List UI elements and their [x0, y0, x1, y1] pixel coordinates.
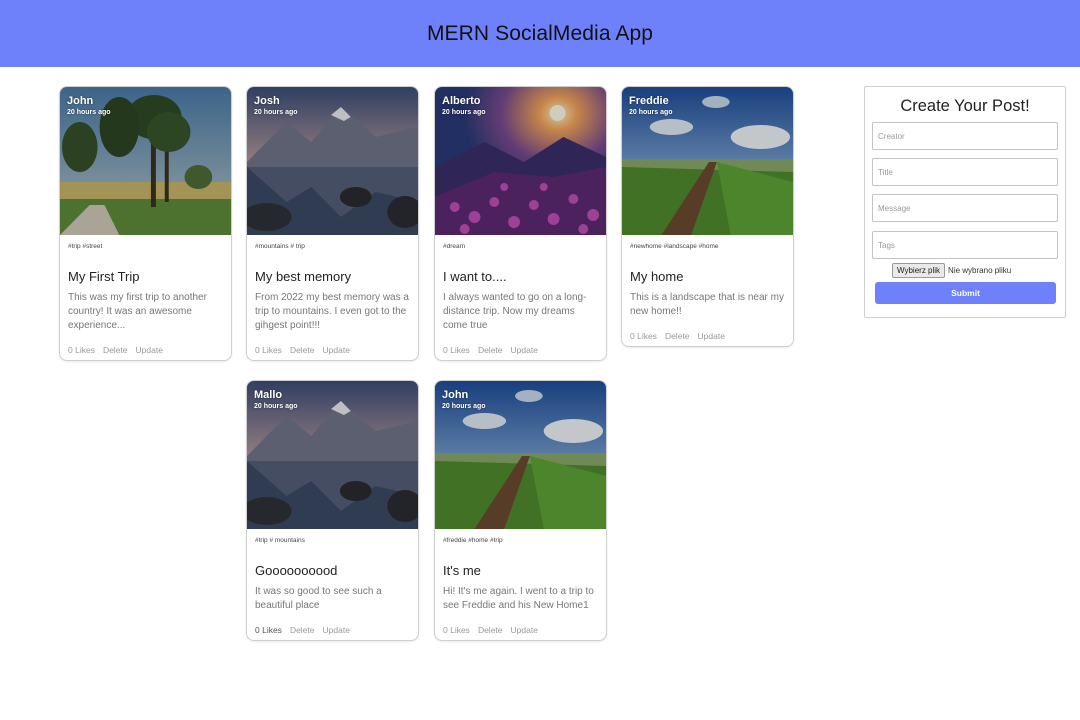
post-creator: Josh: [254, 95, 280, 107]
post-image: John 20 hours ago: [435, 381, 606, 529]
update-button[interactable]: Update: [507, 343, 542, 357]
post-image: Alberto 20 hours ago: [435, 87, 606, 235]
tags-input[interactable]: [873, 232, 1057, 258]
tags-field: [872, 231, 1058, 259]
app-bar: MERN SocialMedia App: [0, 0, 1080, 67]
title-input[interactable]: [873, 159, 1057, 185]
post-image: Mallo 20 hours ago: [247, 381, 418, 529]
post-card: Mallo 20 hours ago #trip # mountains Goo…: [246, 380, 419, 641]
post-time: 20 hours ago: [442, 403, 486, 410]
form-title: Create Your Post!: [900, 97, 1030, 115]
update-button[interactable]: Update: [694, 329, 729, 343]
submit-button[interactable]: Submit: [875, 282, 1056, 304]
post-message: I always wanted to go on a long-distance…: [443, 292, 587, 331]
like-button[interactable]: 0 Likes: [626, 329, 661, 343]
app-title: MERN SocialMedia App: [426, 21, 654, 45]
post-message: It was so good to see such a beautiful p…: [255, 586, 382, 611]
post-tags: #trip #street: [68, 243, 103, 250]
post-title: It's me: [443, 563, 481, 578]
post-message: This was my first trip to another countr…: [68, 292, 207, 331]
post-image: John 20 hours ago: [60, 87, 231, 235]
title-field: [872, 158, 1058, 186]
post-card: John 20 hours ago #freddie #home #trip I…: [434, 380, 607, 641]
post-time: 20 hours ago: [67, 109, 111, 116]
post-title: Goooooooood: [255, 563, 338, 578]
delete-button[interactable]: Delete: [286, 623, 319, 637]
post-tags: #newhome #landscape #home: [630, 243, 719, 250]
update-button[interactable]: Update: [132, 343, 167, 357]
post-tags: #freddie #home #trip: [443, 537, 503, 544]
post-creator: Mallo: [254, 389, 283, 401]
message-field: [872, 194, 1058, 222]
post-card: Alberto 20 hours ago #dream I want to...…: [434, 86, 607, 361]
create-post-form: Create Your Post! Wybierz plik Nie wybra…: [864, 86, 1066, 318]
post-title: My First Trip: [68, 269, 140, 284]
like-button[interactable]: 0 Likes: [251, 343, 286, 357]
post-actions: 0 Likes Delete Update: [626, 329, 729, 343]
post-title: My home: [630, 269, 684, 284]
post-time: 20 hours ago: [254, 109, 298, 116]
post-tags: #trip # mountains: [255, 537, 305, 544]
post-message: From 2022 my best memory was a trip to m…: [255, 292, 409, 331]
delete-button[interactable]: Delete: [286, 343, 319, 357]
post-message: This is a landscape that is near my new …: [630, 292, 784, 317]
delete-button[interactable]: Delete: [661, 329, 694, 343]
post-image: Freddie 20 hours ago: [622, 87, 793, 235]
delete-button[interactable]: Delete: [99, 343, 132, 357]
post-time: 20 hours ago: [629, 109, 673, 116]
post-card: John 20 hours ago #trip #street My First…: [59, 86, 232, 361]
file-input: Wybierz plik Nie wybrano pliku: [892, 263, 1011, 278]
post-actions: 0 Likes Delete Update: [251, 623, 354, 637]
delete-button[interactable]: Delete: [474, 623, 507, 637]
post-creator: Freddie: [629, 95, 669, 107]
post-title: My best memory: [255, 269, 352, 284]
post-creator: John: [442, 389, 469, 401]
creator-field: [872, 122, 1058, 150]
post-actions: 0 Likes Delete Update: [439, 623, 542, 637]
post-actions: 0 Likes Delete Update: [64, 343, 167, 357]
post-time: 20 hours ago: [442, 109, 486, 116]
file-status: Nie wybrano pliku: [948, 266, 1012, 275]
post-actions: 0 Likes Delete Update: [251, 343, 354, 357]
message-input[interactable]: [873, 195, 1057, 221]
post-creator: Alberto: [442, 95, 481, 107]
post-time: 20 hours ago: [254, 403, 298, 410]
post-actions: 0 Likes Delete Update: [439, 343, 542, 357]
post-tags: #dream: [443, 243, 466, 250]
post-creator: John: [67, 95, 94, 107]
like-button[interactable]: 0 Likes: [251, 623, 286, 637]
post-tags: #mountains # trip: [255, 243, 305, 250]
post-message: Hi! It's me again. I went to a trip to s…: [443, 586, 594, 611]
update-button[interactable]: Update: [319, 623, 354, 637]
post-image: Josh 20 hours ago: [247, 87, 418, 235]
delete-button[interactable]: Delete: [474, 343, 507, 357]
choose-file-button[interactable]: Wybierz plik: [892, 263, 946, 278]
creator-input[interactable]: [873, 123, 1057, 149]
post-card: Josh 20 hours ago #mountains # trip My b…: [246, 86, 419, 361]
update-button[interactable]: Update: [319, 343, 354, 357]
post-card: Freddie 20 hours ago #newhome #landscape…: [621, 86, 794, 347]
like-button[interactable]: 0 Likes: [439, 623, 474, 637]
like-button[interactable]: 0 Likes: [439, 343, 474, 357]
update-button[interactable]: Update: [507, 623, 542, 637]
like-button[interactable]: 0 Likes: [64, 343, 99, 357]
post-title: I want to....: [443, 269, 507, 284]
